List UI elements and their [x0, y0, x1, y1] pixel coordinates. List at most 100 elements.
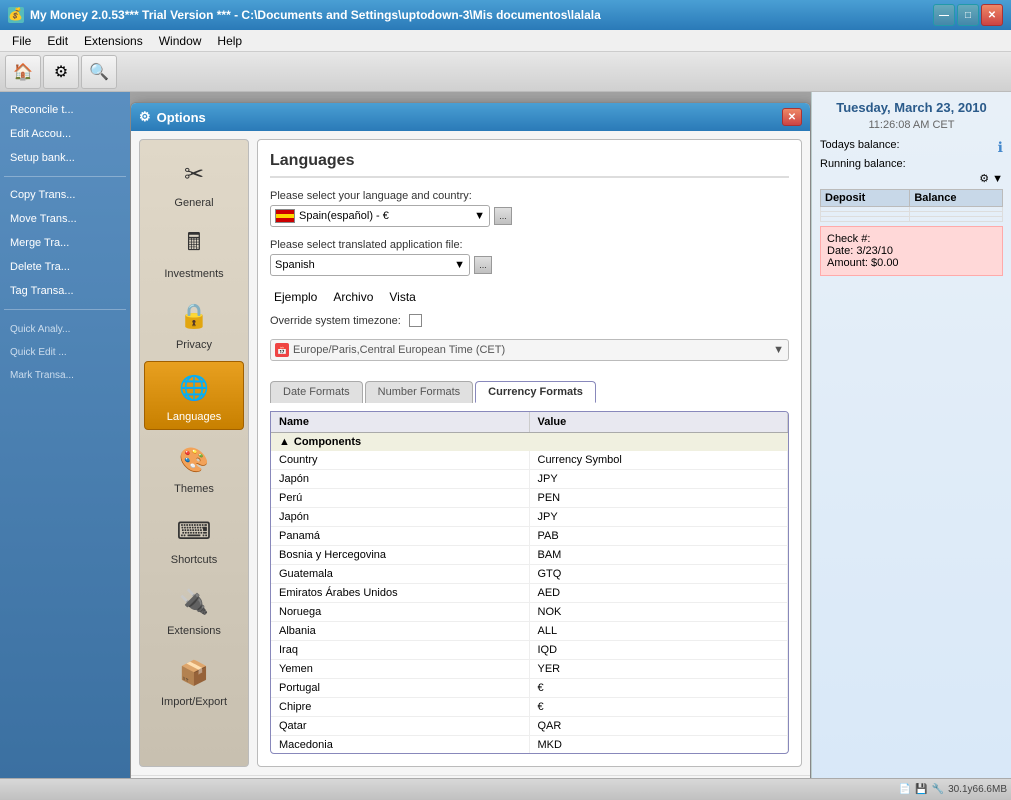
file-select[interactable]: Spanish ▼: [270, 254, 470, 276]
nav-label-general: General: [174, 197, 213, 209]
table-rows: Country Currency Symbol Japón JPY Perú P…: [271, 451, 788, 753]
status-icon-2[interactable]: 💾: [915, 784, 927, 795]
shortcuts-icon: ⌨: [174, 511, 214, 551]
table-row[interactable]: Albania ALL: [271, 622, 788, 641]
table-row[interactable]: Noruega NOK: [271, 603, 788, 622]
investments-icon: 🖩: [174, 225, 214, 265]
sidebar-section-quick-edit[interactable]: Quick Edit ...: [4, 345, 126, 360]
table-row[interactable]: Guatemala GTQ: [271, 565, 788, 584]
menu-vista[interactable]: Vista: [389, 290, 415, 304]
app-icon: 💰: [8, 7, 24, 23]
sidebar-divider-2: [4, 309, 126, 310]
tab-currency-formats[interactable]: Currency Formats: [475, 381, 596, 403]
table-row[interactable]: Panamá PAB: [271, 527, 788, 546]
table-row[interactable]: Macedonia MKD: [271, 736, 788, 753]
sidebar-item-delete-trans[interactable]: Delete Tra...: [4, 257, 126, 277]
menu-edit[interactable]: Edit: [39, 32, 76, 50]
timezone-select[interactable]: 📅 Europe/Paris,Central European Time (CE…: [270, 339, 789, 361]
nav-item-shortcuts[interactable]: ⌨ Shortcuts: [144, 505, 244, 572]
table-row[interactable]: Country Currency Symbol: [271, 451, 788, 470]
tab-date-formats[interactable]: Date Formats: [270, 381, 363, 403]
timezone-value: Europe/Paris,Central European Time (CET): [293, 344, 505, 356]
sidebar-item-tag-trans[interactable]: Tag Transa...: [4, 281, 126, 301]
table-row[interactable]: Japón JPY: [271, 470, 788, 489]
main-area: Reconcile t... Edit Accou... Setup bank.…: [0, 92, 1011, 800]
left-sidebar: Reconcile t... Edit Accou... Setup bank.…: [0, 92, 130, 800]
nav-label-languages: Languages: [167, 411, 221, 423]
sidebar-section-mark-trans[interactable]: Mark Transa...: [4, 368, 126, 383]
toolbar-btn-3[interactable]: 🔍: [81, 55, 117, 89]
menu-help[interactable]: Help: [209, 32, 250, 50]
status-bar: 📄 💾 🔧 30.1y66.6MB: [0, 778, 1011, 800]
cell-name: Emiratos Árabes Unidos: [271, 584, 530, 602]
toolbar-btn-1[interactable]: 🏠: [5, 55, 41, 89]
sidebar-item-copy-trans[interactable]: Copy Trans...: [4, 185, 126, 205]
table-row[interactable]: Yemen YER: [271, 660, 788, 679]
cell-value: IQD: [530, 641, 789, 659]
info-icon[interactable]: ℹ: [998, 139, 1003, 156]
status-icon-3[interactable]: 🔧: [932, 784, 944, 795]
running-balance-row: Running balance:: [820, 158, 1003, 170]
language-browse-btn[interactable]: …: [494, 207, 512, 225]
nav-item-importexport[interactable]: 📦 Import/Export: [144, 647, 244, 714]
timezone-calendar-icon: 📅: [275, 343, 289, 357]
sidebar-item-setup-bank[interactable]: Setup bank...: [4, 148, 126, 168]
nav-item-general[interactable]: ✂ General: [144, 148, 244, 215]
file-browse-btn[interactable]: …: [474, 256, 492, 274]
sidebar-section-quick-analyze[interactable]: Quick Analy...: [4, 322, 126, 337]
cell-value: €: [530, 679, 789, 697]
amount-label: Amount: $0.00: [827, 257, 996, 269]
menu-extensions[interactable]: Extensions: [76, 32, 151, 50]
sidebar-item-merge-trans[interactable]: Merge Tra...: [4, 233, 126, 253]
col-deposit: Deposit: [821, 190, 910, 207]
table-group-components: ▲ Components: [271, 433, 788, 451]
tab-number-formats[interactable]: Number Formats: [365, 381, 474, 403]
cell-name: Yemen: [271, 660, 530, 678]
menu-window[interactable]: Window: [151, 32, 210, 50]
sidebar-item-move-trans[interactable]: Move Trans...: [4, 209, 126, 229]
cell-name: Guatemala: [271, 565, 530, 583]
nav-item-privacy[interactable]: 🔒 Privacy: [144, 290, 244, 357]
options-section-title: Languages: [270, 152, 789, 178]
toolbar-btn-2[interactable]: ⚙: [43, 55, 79, 89]
table-row[interactable]: Japón JPY: [271, 508, 788, 527]
nav-item-extensions[interactable]: 🔌 Extensions: [144, 576, 244, 643]
table-row[interactable]: Qatar QAR: [271, 717, 788, 736]
importexport-icon: 📦: [174, 653, 214, 693]
right-panel: Tuesday, March 23, 2010 11:26:08 AM CET …: [811, 92, 1011, 800]
table-header-value: Value: [530, 412, 789, 432]
cell-name: Bosnia y Hercegovina: [271, 546, 530, 564]
table-row[interactable]: Portugal €: [271, 679, 788, 698]
language-select[interactable]: Spain(español) - € ▼: [270, 205, 490, 227]
dialog-close-button[interactable]: ✕: [782, 108, 802, 126]
sidebar-item-edit-account[interactable]: Edit Accou...: [4, 124, 126, 144]
nav-item-themes[interactable]: 🎨 Themes: [144, 434, 244, 501]
settings-gear[interactable]: ⚙ ▼: [820, 172, 1003, 185]
timezone-label: Override system timezone:: [270, 315, 401, 327]
table-row[interactable]: Chipre €: [271, 698, 788, 717]
close-button[interactable]: ✕: [981, 4, 1003, 26]
balance-cell: [910, 217, 1003, 222]
nav-item-investments[interactable]: 🖩 Investments: [144, 219, 244, 286]
cell-name: Portugal: [271, 679, 530, 697]
sidebar-item-reconcile[interactable]: Reconcile t...: [4, 100, 126, 120]
date-display: Tuesday, March 23, 2010: [820, 100, 1003, 115]
table-row[interactable]: Iraq IQD: [271, 641, 788, 660]
table-row[interactable]: Emiratos Árabes Unidos AED: [271, 584, 788, 603]
status-right: 📄 💾 🔧 30.1y66.6MB: [899, 784, 1007, 795]
table-header-name: Name: [271, 412, 530, 432]
maximize-button[interactable]: □: [957, 4, 979, 26]
nav-item-languages[interactable]: 🌐 Languages: [144, 361, 244, 430]
menu-archivo[interactable]: Archivo: [333, 290, 373, 304]
table-row[interactable]: Perú PEN: [271, 489, 788, 508]
status-icon-1[interactable]: 📄: [899, 784, 911, 795]
table-scroll[interactable]: ▲ Components Country Currency Symbol Jap…: [271, 433, 788, 753]
menu-file[interactable]: File: [4, 32, 39, 50]
cell-value: PEN: [530, 489, 789, 507]
menu-ejemplo[interactable]: Ejemplo: [274, 290, 317, 304]
dialog-body: ✂ General 🖩 Investments 🔒 Privacy 🌐: [131, 131, 810, 775]
table-row[interactable]: Bosnia y Hercegovina BAM: [271, 546, 788, 565]
timezone-checkbox[interactable]: [409, 314, 422, 327]
timezone-dropdown-arrow: ▼: [773, 344, 784, 356]
minimize-button[interactable]: —: [933, 4, 955, 26]
